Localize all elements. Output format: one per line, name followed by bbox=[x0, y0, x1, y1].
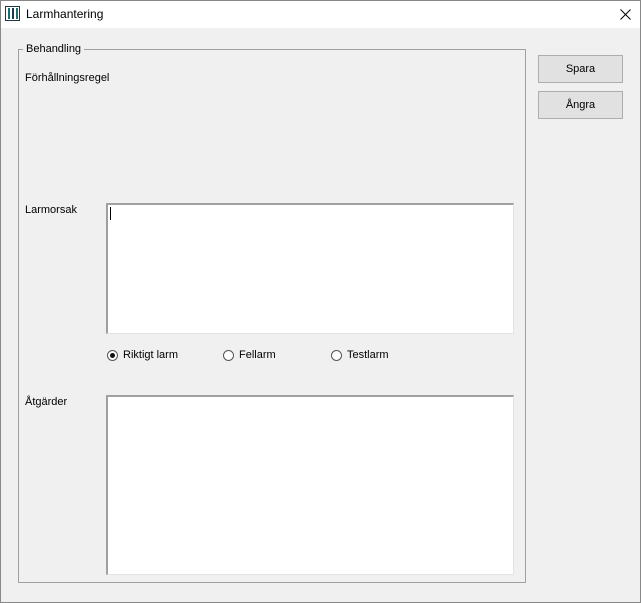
radio-label: Riktigt larm bbox=[123, 349, 179, 361]
app-icon bbox=[5, 6, 20, 21]
radio-false-alarm[interactable]: Fellarm bbox=[223, 349, 276, 361]
window-title: Larmhantering bbox=[26, 7, 104, 21]
save-button[interactable]: Spara bbox=[538, 55, 623, 83]
actions-label: Åtgärder bbox=[25, 396, 68, 408]
actions-textarea[interactable] bbox=[106, 395, 514, 575]
radio-button bbox=[223, 349, 234, 361]
rule-label: Förhållningsregel bbox=[25, 72, 110, 84]
cause-label: Larmorsak bbox=[25, 204, 77, 216]
close-button[interactable] bbox=[610, 1, 640, 28]
radio-test-alarm[interactable]: Testlarm bbox=[331, 349, 389, 361]
radio-label: Testlarm bbox=[347, 349, 389, 361]
radio-button-checked bbox=[107, 349, 118, 361]
radio-label: Fellarm bbox=[239, 349, 276, 361]
undo-button[interactable]: Ångra bbox=[538, 91, 623, 119]
groupbox-title: Behandling bbox=[23, 43, 85, 55]
radio-button bbox=[331, 349, 342, 361]
dialog-window: Larmhantering Behandling Förhållningsreg… bbox=[0, 0, 641, 603]
radio-real-alarm[interactable]: Riktigt larm bbox=[107, 349, 178, 361]
cause-textarea[interactable] bbox=[106, 203, 514, 334]
title-bar: Larmhantering bbox=[1, 1, 640, 28]
text-caret bbox=[110, 207, 111, 220]
close-icon bbox=[619, 9, 631, 20]
